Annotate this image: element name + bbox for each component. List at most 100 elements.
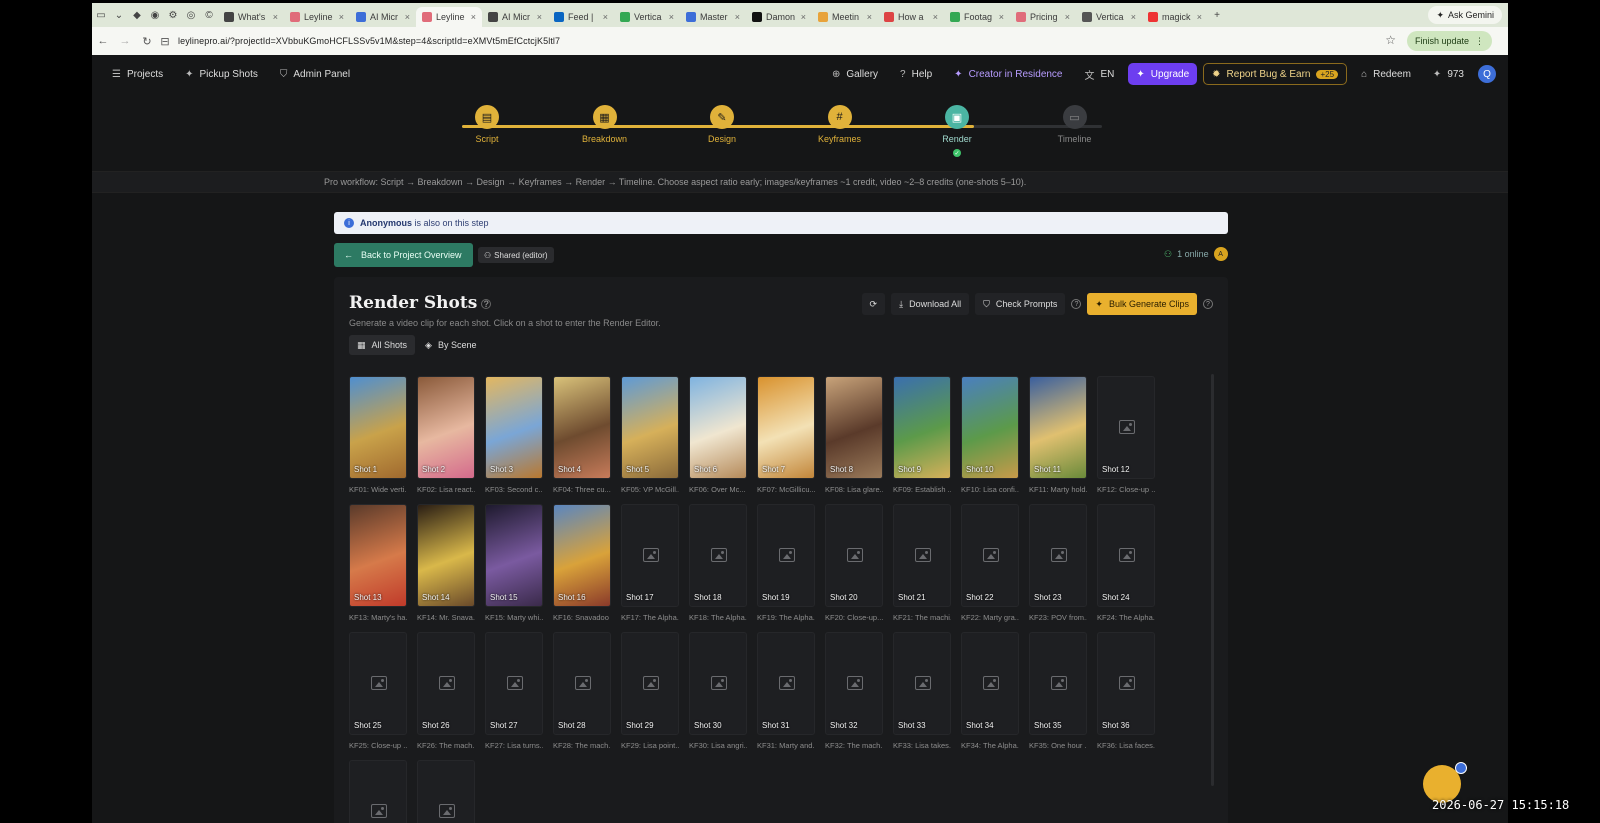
extension-icon[interactable]: ◎ xyxy=(182,3,200,27)
shot-card[interactable]: Shot 27 KF27: Lisa turns... xyxy=(485,632,543,750)
tab-by-scene[interactable]: ◈ By Scene xyxy=(417,335,484,355)
projects-button[interactable]: ☰ Projects xyxy=(104,63,171,85)
finish-update-button[interactable]: Finish update ⋮ xyxy=(1406,31,1492,51)
grid-scrollbar[interactable] xyxy=(1211,374,1214,786)
shot-card[interactable]: Shot 4 KF04: Three cu... xyxy=(553,376,611,494)
extension-icon[interactable]: ◆ xyxy=(128,3,146,27)
shot-card[interactable]: Shot 17 KF17: The Alpha... xyxy=(621,504,679,622)
ask-gemini-button[interactable]: ✦ Ask Gemini xyxy=(1428,6,1502,24)
browser-tab[interactable]: Vertica × xyxy=(614,7,680,27)
close-tab-icon[interactable]: × xyxy=(735,12,740,22)
browser-tab[interactable]: Feed | × xyxy=(548,7,614,27)
shot-card[interactable]: Shot 6 KF06: Over Mc... xyxy=(689,376,747,494)
close-tab-icon[interactable]: × xyxy=(603,12,608,22)
shot-card[interactable]: Shot 18 KF18: The Alpha... xyxy=(689,504,747,622)
shot-card[interactable]: Shot 12 KF12: Close-up ... xyxy=(1097,376,1155,494)
close-tab-icon[interactable]: × xyxy=(273,12,278,22)
help-button[interactable]: ? Help xyxy=(892,63,940,85)
close-tab-icon[interactable]: × xyxy=(669,12,674,22)
step-script[interactable]: ▤ Script xyxy=(452,105,522,144)
shot-card[interactable]: Shot 35 KF35: One hour ... xyxy=(1029,632,1087,750)
user-avatar[interactable]: Q xyxy=(1478,65,1496,83)
browser-tab[interactable]: Pricing × xyxy=(1010,7,1076,27)
extension-icon[interactable]: ◉ xyxy=(146,3,164,27)
shot-card[interactable]: Shot 23 KF23: POV from... xyxy=(1029,504,1087,622)
language-selector[interactable]: 文 EN xyxy=(1077,63,1123,85)
shot-card[interactable]: Shot 15 KF15: Marty whi... xyxy=(485,504,543,622)
shot-card[interactable]: Shot 19 KF19: The Alpha... xyxy=(757,504,815,622)
browser-tab[interactable]: Meetin × xyxy=(812,7,878,27)
shot-card[interactable]: Shot 22 KF22: Marty gra... xyxy=(961,504,1019,622)
browser-tab[interactable]: AI Micr × xyxy=(482,7,548,27)
browser-tab[interactable]: What's × xyxy=(218,7,284,27)
shot-card[interactable]: Shot 24 KF24: The Alpha... xyxy=(1097,504,1155,622)
shot-card[interactable]: Shot 33 KF33: Lisa takes... xyxy=(893,632,951,750)
extension-icon[interactable]: © xyxy=(200,3,218,27)
credits-counter[interactable]: ✦ 973 xyxy=(1425,63,1472,85)
browser-tab[interactable]: Leyline × xyxy=(284,7,350,27)
browser-tab[interactable]: Vertica × xyxy=(1076,7,1142,27)
report-bug-button[interactable]: ✹ Report Bug & Earn +25 xyxy=(1203,63,1348,85)
shot-card[interactable]: Shot 3 KF03: Second c... xyxy=(485,376,543,494)
shot-card[interactable] xyxy=(349,760,407,823)
shot-card[interactable]: Shot 32 KF32: The mach... xyxy=(825,632,883,750)
close-tab-icon[interactable]: × xyxy=(1197,12,1202,22)
step-render[interactable]: ▣ Render ✓ xyxy=(922,105,992,157)
browser-tab[interactable]: How a × xyxy=(878,7,944,27)
gallery-button[interactable]: ⊕ Gallery xyxy=(824,63,886,85)
check-prompts-button[interactable]: ⛉ Check Prompts xyxy=(975,293,1066,315)
shot-card[interactable]: Shot 14 KF14: Mr. Snava... xyxy=(417,504,475,622)
pickup-shots-button[interactable]: ✦ Pickup Shots xyxy=(177,63,266,85)
close-tab-icon[interactable]: × xyxy=(867,12,872,22)
site-info-icon[interactable]: ⊟ xyxy=(158,35,172,48)
help-icon[interactable]: ? xyxy=(1071,299,1082,309)
shot-card[interactable]: Shot 26 KF26: The mach... xyxy=(417,632,475,750)
tab-all-shots[interactable]: ▦ All Shots xyxy=(349,335,416,355)
step-timeline[interactable]: ▭ Timeline xyxy=(1040,105,1110,144)
shot-card[interactable]: Shot 9 KF09: Establish ... xyxy=(893,376,951,494)
shot-card[interactable]: Shot 1 KF01: Wide verti... xyxy=(349,376,407,494)
reload-icon[interactable]: ↻ xyxy=(136,35,158,48)
browser-tab[interactable]: Master × xyxy=(680,7,746,27)
shot-card[interactable]: Shot 2 KF02: Lisa react... xyxy=(417,376,475,494)
close-tab-icon[interactable]: × xyxy=(1131,12,1136,22)
close-tab-icon[interactable]: × xyxy=(933,12,938,22)
step-keyframes[interactable]: # Keyframes xyxy=(805,105,875,144)
creator-in-residence-link[interactable]: ✦ Creator in Residence xyxy=(946,63,1070,85)
shot-card[interactable]: Shot 29 KF29: Lisa point... xyxy=(621,632,679,750)
extension-icon[interactable]: ⚙ xyxy=(164,3,182,27)
shot-card[interactable]: Shot 31 KF31: Marty and... xyxy=(757,632,815,750)
back-arrow-icon[interactable]: ← xyxy=(92,35,114,47)
close-tab-icon[interactable]: × xyxy=(801,12,806,22)
shot-card[interactable]: Shot 16 KF16: Snavadoo ... xyxy=(553,504,611,622)
close-tab-icon[interactable]: × xyxy=(1065,12,1070,22)
step-design[interactable]: ✎ Design xyxy=(687,105,757,144)
url-field[interactable]: leylinepro.ai/?projectId=XVbbuKGmoHCFLSS… xyxy=(178,36,560,46)
close-tab-icon[interactable]: × xyxy=(537,12,542,22)
back-to-overview-button[interactable]: ← Back to Project Overview xyxy=(334,243,473,267)
browser-tab[interactable]: Leyline × xyxy=(416,7,482,27)
shot-card[interactable]: Shot 10 KF10: Lisa confi... xyxy=(961,376,1019,494)
close-tab-icon[interactable]: × xyxy=(999,12,1004,22)
close-tab-icon[interactable]: × xyxy=(471,12,476,22)
browser-tab[interactable]: AI Micr × xyxy=(350,7,416,27)
close-tab-icon[interactable]: × xyxy=(405,12,410,22)
download-all-button[interactable]: ⤓ Download All xyxy=(891,293,970,315)
shot-card[interactable]: Shot 5 KF05: VP McGill... xyxy=(621,376,679,494)
forward-arrow-icon[interactable]: → xyxy=(114,35,136,47)
shot-card[interactable]: Shot 11 KF11: Marty hold... xyxy=(1029,376,1087,494)
shot-card[interactable]: Shot 20 KF20: Close-up... xyxy=(825,504,883,622)
shot-card[interactable]: Shot 8 KF08: Lisa glare... xyxy=(825,376,883,494)
refresh-button[interactable]: ⟳ xyxy=(861,293,886,315)
bulk-generate-button[interactable]: ✦ Bulk Generate Clips xyxy=(1087,293,1197,315)
new-tab-icon[interactable]: + xyxy=(1208,3,1226,27)
shot-card[interactable]: Shot 13 KF13: Marty's ha... xyxy=(349,504,407,622)
admin-panel-button[interactable]: ⛉ Admin Panel xyxy=(272,63,358,85)
bookmark-star-icon[interactable]: ☆ xyxy=(1385,33,1396,47)
shot-card[interactable]: Shot 36 KF36: Lisa faces... xyxy=(1097,632,1155,750)
shot-card[interactable]: Shot 34 KF34: The Alpha... xyxy=(961,632,1019,750)
shot-card[interactable]: Shot 28 KF28: The mach... xyxy=(553,632,611,750)
shot-card[interactable]: Shot 7 KF07: McGillicu... xyxy=(757,376,815,494)
upgrade-button[interactable]: ✦ Upgrade xyxy=(1128,63,1198,85)
step-breakdown[interactable]: ▦ Breakdown xyxy=(570,105,640,144)
